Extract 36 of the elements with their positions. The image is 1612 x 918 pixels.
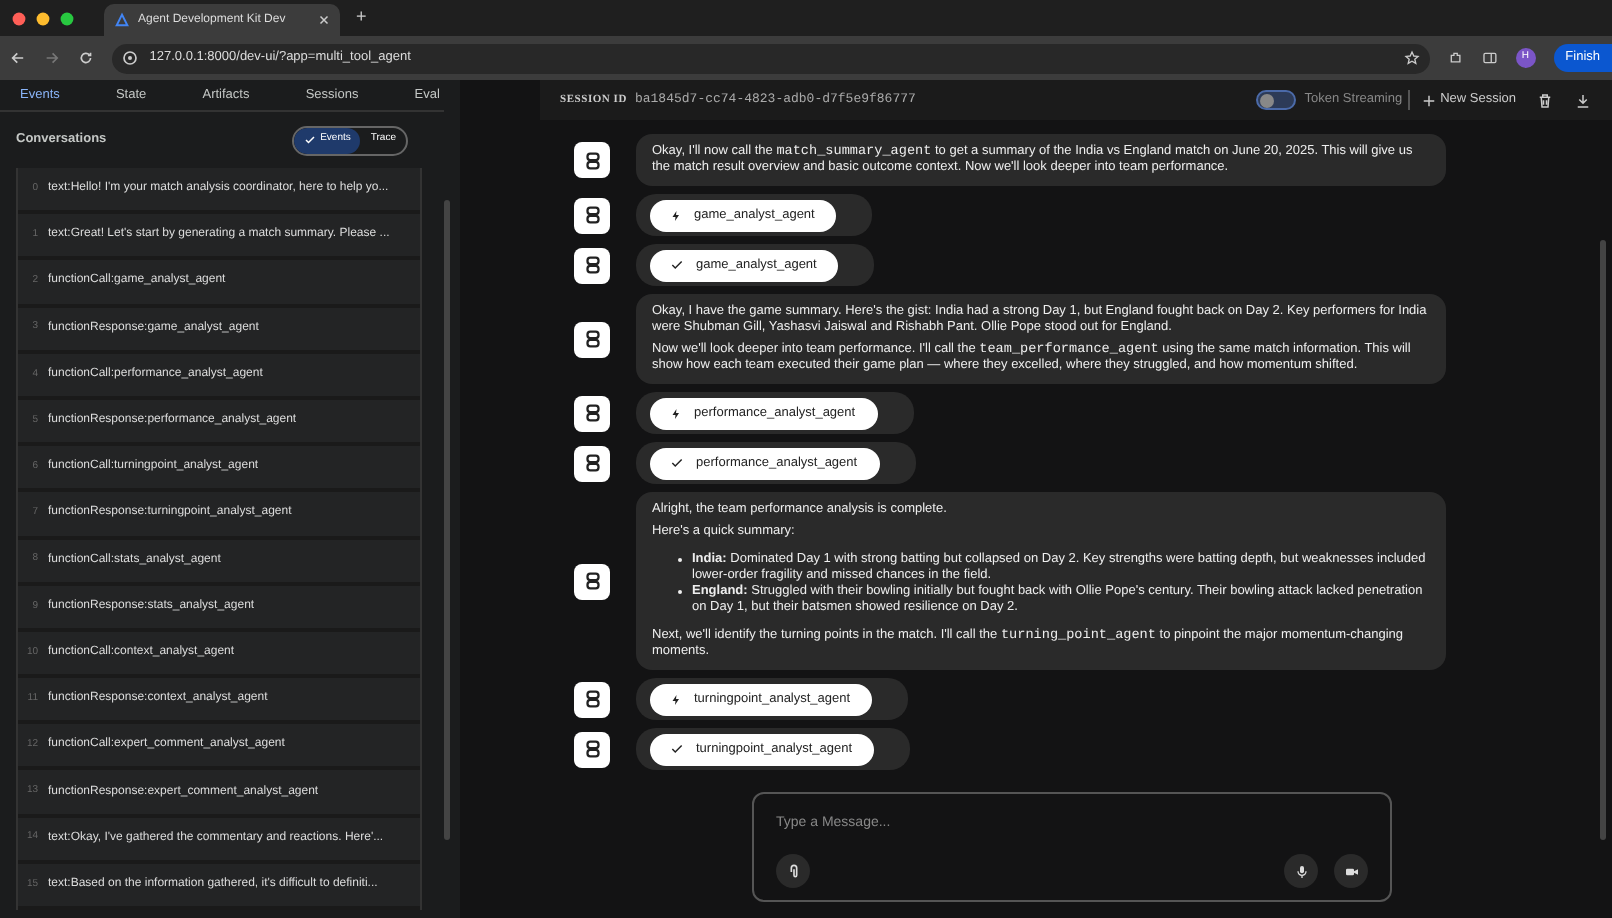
bookmark-star-icon (1403, 50, 1420, 66)
reload-icon (77, 50, 94, 66)
download-icon (1574, 91, 1592, 109)
check-icon (670, 258, 684, 272)
token-streaming-switch[interactable] (1256, 90, 1297, 110)
check-icon (304, 134, 317, 146)
delete-icon (1536, 91, 1554, 109)
robot-icon (581, 149, 603, 171)
robot-icon (581, 328, 603, 350)
video-camera-icon (1343, 863, 1359, 879)
attach-button[interactable] (776, 854, 810, 888)
extensions-icon (1447, 50, 1464, 66)
video-button[interactable] (1334, 854, 1368, 888)
microphone-button[interactable] (1284, 854, 1318, 888)
lightning-bolt-icon (670, 693, 682, 705)
close-icon (318, 14, 330, 26)
robot-icon (581, 402, 603, 424)
microphone-icon (1293, 863, 1309, 879)
check-icon (670, 742, 684, 756)
robot-icon (581, 738, 603, 760)
forward-icon (43, 50, 60, 66)
paperclip-icon (785, 863, 801, 879)
back-icon (10, 50, 26, 66)
sidebar-icon (1481, 50, 1498, 66)
lightning-bolt-icon (670, 407, 682, 419)
robot-icon (581, 452, 603, 474)
check-icon (670, 456, 684, 470)
new-tab-button[interactable]: + (356, 4, 367, 32)
plus-icon (1422, 93, 1437, 107)
robot-icon (581, 688, 603, 710)
robot-icon (581, 204, 603, 226)
robot-icon (581, 570, 603, 592)
lightning-bolt-icon (670, 209, 682, 221)
app-logo-icon (114, 12, 130, 28)
robot-icon (581, 254, 603, 276)
site-info-icon (121, 50, 138, 66)
